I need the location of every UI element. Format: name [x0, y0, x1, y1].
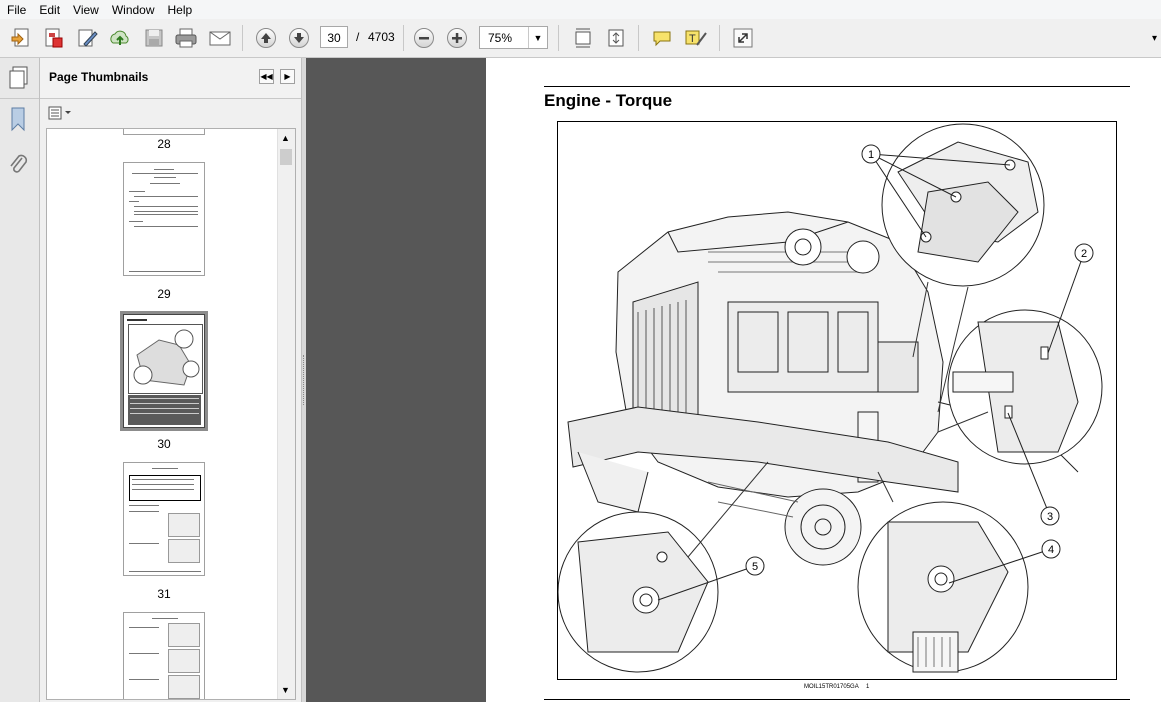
menu-file[interactable]: File [0, 1, 32, 19]
bookmarks-icon[interactable] [7, 106, 29, 135]
toolbar-separator [719, 25, 720, 51]
thumbnail-panel: Page Thumbnails ◀◀ ▶ 28 29 30 31 ▲ ▼ [40, 58, 301, 702]
save-icon[interactable] [141, 25, 167, 51]
fit-page-icon [608, 29, 624, 47]
page-separator: / [356, 30, 360, 44]
close-panel-button[interactable]: ▶ [280, 69, 295, 84]
highlight-text-button[interactable]: T [683, 25, 709, 51]
edit-document-icon[interactable] [74, 25, 100, 51]
panel-header: Page Thumbnails ◀◀ ▶ [40, 58, 301, 99]
thumbnail-label: 28 [157, 137, 171, 151]
fit-width-icon [575, 28, 591, 48]
scroll-up-icon[interactable]: ▲ [281, 133, 290, 143]
thumbnail-page[interactable] [123, 162, 205, 276]
toolbar-separator [403, 25, 404, 51]
svg-text:T: T [689, 33, 696, 45]
previous-page-button[interactable] [253, 25, 279, 51]
callout-4: 4 [1048, 544, 1054, 556]
navigation-pane [0, 58, 40, 702]
divider [544, 699, 1130, 700]
page-number-input[interactable]: 30 [320, 26, 348, 48]
toolbar-separator [242, 25, 243, 51]
options-menu-icon [48, 106, 71, 120]
thumbnail-page-selected[interactable] [123, 314, 205, 428]
thumbnail-label: 31 [157, 587, 171, 601]
fit-page-button[interactable] [570, 25, 596, 51]
convert-pdf-icon[interactable] [40, 25, 66, 51]
scroll-down-icon[interactable]: ▼ [281, 685, 290, 695]
thumbnail-page[interactable] [123, 129, 205, 135]
fit-page-height-button[interactable] [603, 25, 629, 51]
page-heading: Engine - Torque [544, 91, 673, 110]
toolbar-overflow[interactable]: ▾ [1152, 33, 1157, 44]
minus-icon [419, 37, 429, 40]
thumbnail-options-button[interactable] [48, 106, 74, 123]
zoom-select[interactable]: 75% ▼ [479, 26, 548, 49]
menu-window[interactable]: Window [105, 1, 161, 19]
total-pages: 4703 [368, 30, 395, 44]
upload-cloud-icon[interactable] [107, 25, 133, 51]
zoom-in-button[interactable] [444, 25, 470, 51]
engine-diagram: 1 2 3 4 5 [557, 121, 1117, 680]
collapse-panel-button[interactable]: ◀◀ [259, 69, 274, 84]
document-viewer[interactable]: Engine - Torque 1 2 3 4 5 MOIL15TR01705G… [306, 58, 1161, 702]
expand-button[interactable] [730, 25, 756, 51]
create-pdf-icon[interactable] [8, 25, 34, 51]
thumbnail-page[interactable] [123, 612, 205, 699]
panel-title: Page Thumbnails [49, 70, 149, 84]
plus-icon [452, 33, 462, 43]
callout-1: 1 [868, 149, 874, 161]
expand-icon [733, 28, 753, 48]
zoom-value: 75% [488, 31, 513, 45]
menu-edit[interactable]: Edit [32, 1, 66, 19]
attachments-icon[interactable] [7, 152, 29, 181]
figure-id: MOIL15TR01705GA [804, 684, 859, 690]
callout-5: 5 [752, 561, 758, 573]
divider [544, 86, 1130, 87]
print-icon[interactable] [173, 25, 199, 51]
callout-2: 2 [1081, 248, 1087, 260]
next-page-button[interactable] [286, 25, 312, 51]
menu-help[interactable]: Help [161, 1, 199, 19]
page-thumbnails-icon[interactable] [8, 66, 30, 93]
menu-view[interactable]: View [66, 1, 105, 19]
figure-number: 1 [866, 684, 870, 690]
document-page: Engine - Torque 1 2 3 4 5 MOIL15TR01705G… [486, 58, 1161, 702]
comment-button[interactable] [649, 25, 675, 51]
toolbar-separator [638, 25, 639, 51]
email-icon[interactable] [207, 25, 233, 51]
scroll-thumb[interactable] [280, 149, 292, 165]
toolbar: 30 / 4703 75% ▼ T ▾ [0, 19, 1161, 58]
chevron-down-icon[interactable]: ▼ [528, 27, 547, 48]
thumbnail-list[interactable]: 28 29 30 31 ▲ ▼ [46, 128, 296, 700]
thumbnail-page[interactable] [123, 462, 205, 576]
arrow-down-icon [294, 33, 304, 43]
thumbnail-scrollbar[interactable]: ▲ ▼ [277, 129, 295, 699]
callout-3: 3 [1047, 511, 1053, 523]
thumbnail-label: 29 [157, 287, 171, 301]
menu-bar: File Edit View Window Help [0, 0, 1161, 20]
thumbnail-label: 30 [157, 437, 171, 451]
highlight-text-icon: T [685, 30, 707, 46]
zoom-out-button[interactable] [411, 25, 437, 51]
toolbar-separator [558, 25, 559, 51]
comment-icon [653, 31, 671, 47]
arrow-up-icon [261, 33, 271, 43]
